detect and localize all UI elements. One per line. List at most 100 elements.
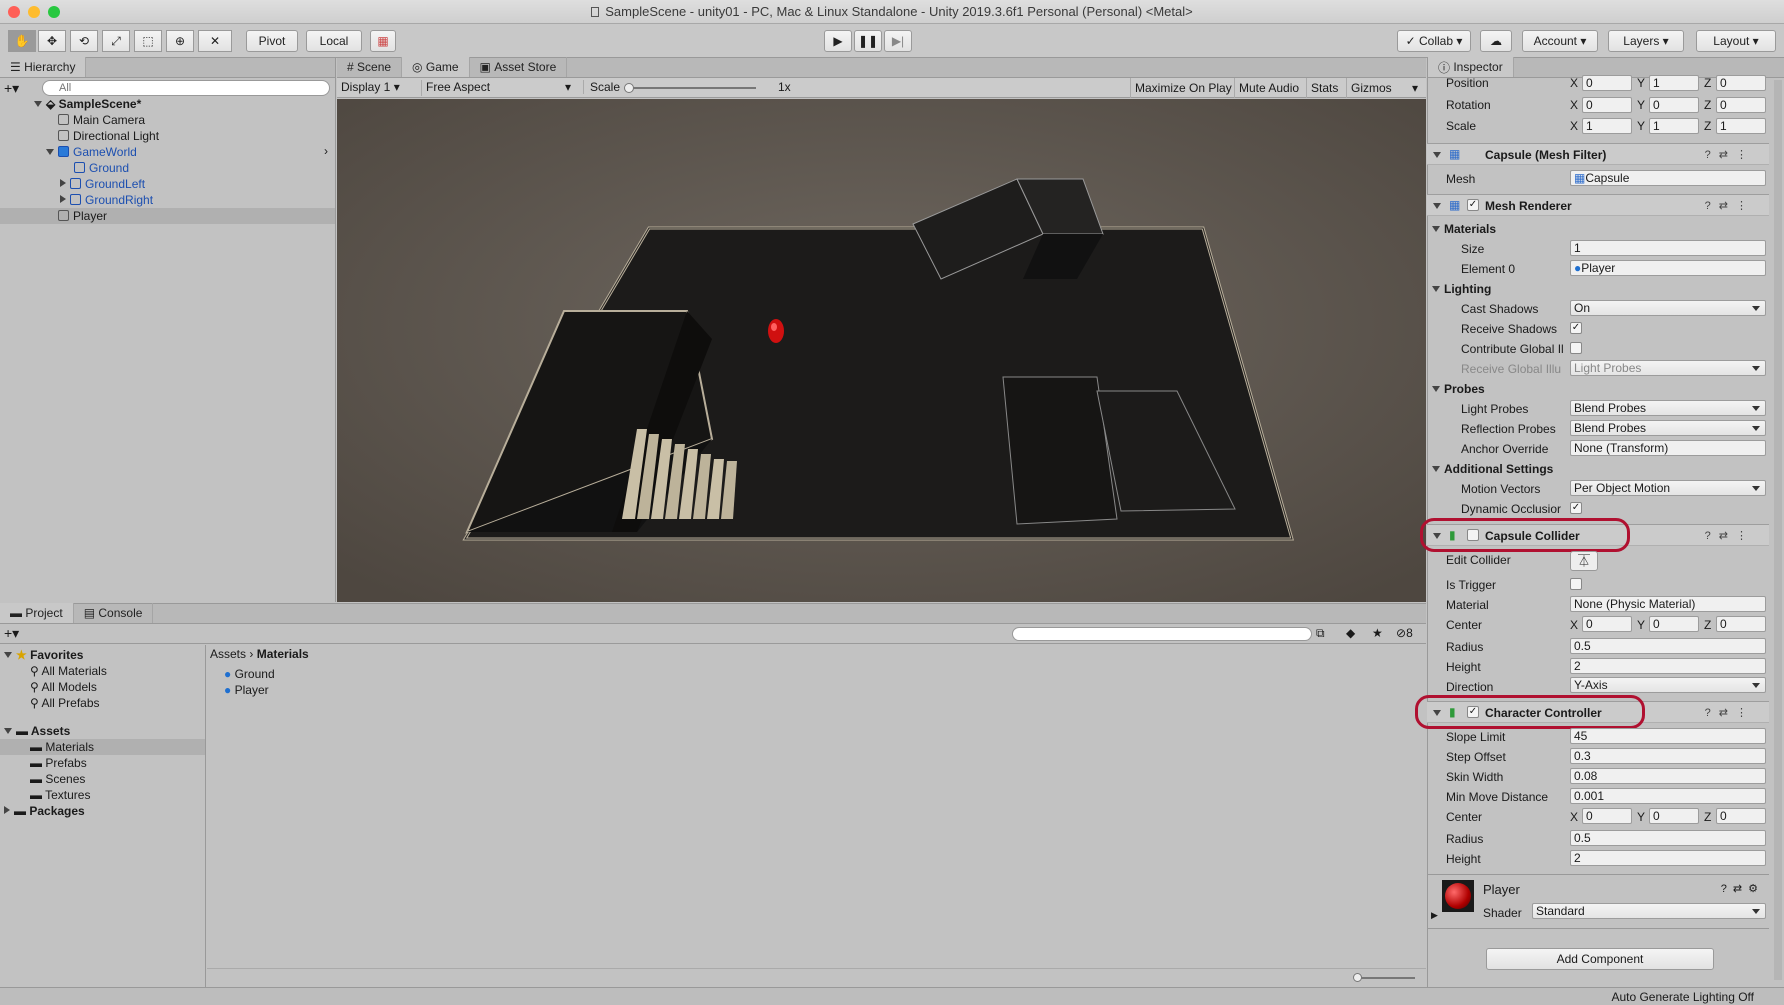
- display-dropdown[interactable]: Display 1 ▾: [341, 80, 417, 96]
- project-search-input[interactable]: [1012, 627, 1312, 641]
- mute-audio-toggle[interactable]: Mute Audio: [1234, 78, 1303, 98]
- mesh-filter-header[interactable]: ▦ Capsule (Mesh Filter) ?⇄⋮: [1427, 143, 1769, 165]
- controller-center-x[interactable]: 0: [1582, 808, 1632, 824]
- account-dropdown[interactable]: Account ▾: [1522, 30, 1598, 52]
- hierarchy-item-ground[interactable]: Ground: [74, 160, 129, 176]
- additional-settings-section[interactable]: Additional Settings: [1432, 462, 1553, 476]
- collider-material-field[interactable]: None (Physic Material): [1570, 596, 1766, 612]
- collider-center-y[interactable]: 0: [1649, 616, 1699, 632]
- breadcrumb-assets[interactable]: Assets: [210, 647, 246, 661]
- tab-hierarchy[interactable]: ☰ Hierarchy: [0, 57, 87, 77]
- materials-size-field[interactable]: 1: [1570, 240, 1766, 256]
- collider-center-x[interactable]: 0: [1582, 616, 1632, 632]
- tab-project[interactable]: ▬ Project: [0, 603, 74, 623]
- gizmos-dropdown-icon[interactable]: ▾: [1408, 78, 1422, 98]
- asset-ground[interactable]: ● Ground: [224, 666, 275, 682]
- collider-center-z[interactable]: 0: [1716, 616, 1766, 632]
- collab-dropdown[interactable]: ✓ Collab ▾: [1397, 30, 1471, 52]
- layout-dropdown[interactable]: Layout ▾: [1696, 30, 1776, 52]
- step-button[interactable]: ▶|: [884, 30, 912, 52]
- rotation-z-field[interactable]: 0: [1716, 97, 1766, 113]
- favorite-all-models[interactable]: ⚲ All Models: [30, 679, 97, 695]
- hierarchy-item-gameworld[interactable]: GameWorld: [46, 144, 137, 160]
- favorite-star-icon[interactable]: ★: [1372, 626, 1383, 640]
- anchor-override-field[interactable]: None (Transform): [1570, 440, 1766, 456]
- icon-size-slider[interactable]: [1355, 977, 1415, 979]
- scale-slider-handle[interactable]: [624, 83, 634, 93]
- play-button[interactable]: ▶: [824, 30, 852, 52]
- scale-slider[interactable]: [626, 87, 756, 89]
- controller-center-y[interactable]: 0: [1649, 808, 1699, 824]
- lighting-section[interactable]: Lighting: [1432, 282, 1491, 296]
- slope-limit-field[interactable]: 45: [1570, 728, 1766, 744]
- controller-center-z[interactable]: 0: [1716, 808, 1766, 824]
- collider-direction-dropdown[interactable]: Y-Axis: [1570, 677, 1766, 693]
- filter-type-icon[interactable]: ⧉: [1316, 626, 1325, 641]
- hidden-packages-icon[interactable]: ⊘8: [1396, 626, 1413, 640]
- favorites-row[interactable]: ★ Favorites: [4, 647, 83, 663]
- component-menu-icons[interactable]: ?⇄⋮: [1705, 199, 1755, 212]
- icon-size-slider-handle[interactable]: [1353, 973, 1362, 982]
- project-create-button[interactable]: +▾: [4, 625, 19, 642]
- filter-label-icon[interactable]: ◆: [1346, 626, 1355, 640]
- scale-y-field[interactable]: 1: [1649, 118, 1699, 134]
- stats-toggle[interactable]: Stats: [1306, 78, 1342, 98]
- rotation-x-field[interactable]: 0: [1582, 97, 1632, 113]
- minimize-window-button[interactable]: [28, 6, 40, 18]
- component-menu-icons[interactable]: ?⇄⋮: [1705, 148, 1755, 161]
- inspector-scrollbar[interactable]: [1774, 80, 1782, 980]
- favorite-all-prefabs[interactable]: ⚲ All Prefabs: [30, 695, 100, 711]
- element0-field[interactable]: ●Player: [1570, 260, 1766, 276]
- folder-scenes[interactable]: ▬ Scenes: [30, 771, 85, 787]
- step-offset-field[interactable]: 0.3: [1570, 748, 1766, 764]
- position-y-field[interactable]: 1: [1649, 75, 1699, 91]
- scale-x-field[interactable]: 1: [1582, 118, 1632, 134]
- contribute-gi-checkbox[interactable]: [1570, 342, 1582, 354]
- cloud-button[interactable]: ☁: [1480, 30, 1512, 52]
- rotate-tool-button[interactable]: ⟲: [70, 30, 98, 52]
- tab-asset-store[interactable]: ▣ Asset Store: [470, 57, 568, 77]
- folder-textures[interactable]: ▬ Textures: [30, 787, 90, 803]
- hierarchy-item-main-camera[interactable]: Main Camera: [58, 112, 145, 128]
- dynamic-occlusion-checkbox[interactable]: ✓: [1570, 502, 1582, 514]
- mesh-renderer-enabled-checkbox[interactable]: ✓: [1467, 199, 1479, 211]
- game-viewport[interactable]: [337, 99, 1426, 602]
- pause-button[interactable]: ❚❚: [854, 30, 882, 52]
- assets-row[interactable]: ▬ Assets: [4, 723, 70, 739]
- reflection-probes-dropdown[interactable]: Blend Probes: [1570, 420, 1766, 436]
- custom-tool-button[interactable]: ✕: [198, 30, 232, 52]
- maximize-window-button[interactable]: [48, 6, 60, 18]
- controller-height-field[interactable]: 2: [1570, 850, 1766, 866]
- gizmos-toggle[interactable]: Gizmos: [1346, 78, 1396, 98]
- light-probes-dropdown[interactable]: Blend Probes: [1570, 400, 1766, 416]
- min-move-distance-field[interactable]: 0.001: [1570, 788, 1766, 804]
- shader-dropdown[interactable]: Standard: [1532, 903, 1766, 919]
- pivot-toggle[interactable]: Pivot: [246, 30, 298, 52]
- position-z-field[interactable]: 0: [1716, 75, 1766, 91]
- hierarchy-search-input[interactable]: [42, 80, 330, 96]
- hierarchy-item-groundright[interactable]: GroundRight: [60, 192, 153, 208]
- controller-radius-field[interactable]: 0.5: [1570, 830, 1766, 846]
- material-preview[interactable]: [1442, 880, 1474, 912]
- hierarchy-item-player[interactable]: Player: [0, 208, 335, 224]
- rotation-y-field[interactable]: 0: [1649, 97, 1699, 113]
- tab-game[interactable]: ◎ Game: [402, 57, 470, 77]
- edit-collider-button[interactable]: ⏄: [1570, 551, 1598, 571]
- tab-scene[interactable]: # Scene: [337, 57, 403, 77]
- local-toggle[interactable]: Local: [306, 30, 362, 52]
- scale-tool-button[interactable]: ⤢: [102, 30, 130, 52]
- folder-prefabs[interactable]: ▬ Prefabs: [30, 755, 87, 771]
- tab-console[interactable]: ▤ Console: [74, 603, 154, 623]
- scene-row[interactable]: ⬙ SampleScene*: [34, 96, 141, 112]
- hierarchy-item-directional-light[interactable]: Directional Light: [58, 128, 159, 144]
- breadcrumb-materials[interactable]: Materials: [257, 647, 309, 661]
- component-menu-icons[interactable]: ?⇄⋮: [1705, 706, 1755, 719]
- skin-width-field[interactable]: 0.08: [1570, 768, 1766, 784]
- hand-tool-button[interactable]: ✋: [8, 30, 36, 52]
- hierarchy-item-groundleft[interactable]: GroundLeft: [60, 176, 145, 192]
- layers-dropdown[interactable]: Layers ▾: [1608, 30, 1684, 52]
- rect-tool-button[interactable]: ⬚: [134, 30, 162, 52]
- tab-inspector[interactable]: ⓘ Inspector: [1428, 57, 1514, 77]
- cast-shadows-dropdown[interactable]: On: [1570, 300, 1766, 316]
- scale-z-field[interactable]: 1: [1716, 118, 1766, 134]
